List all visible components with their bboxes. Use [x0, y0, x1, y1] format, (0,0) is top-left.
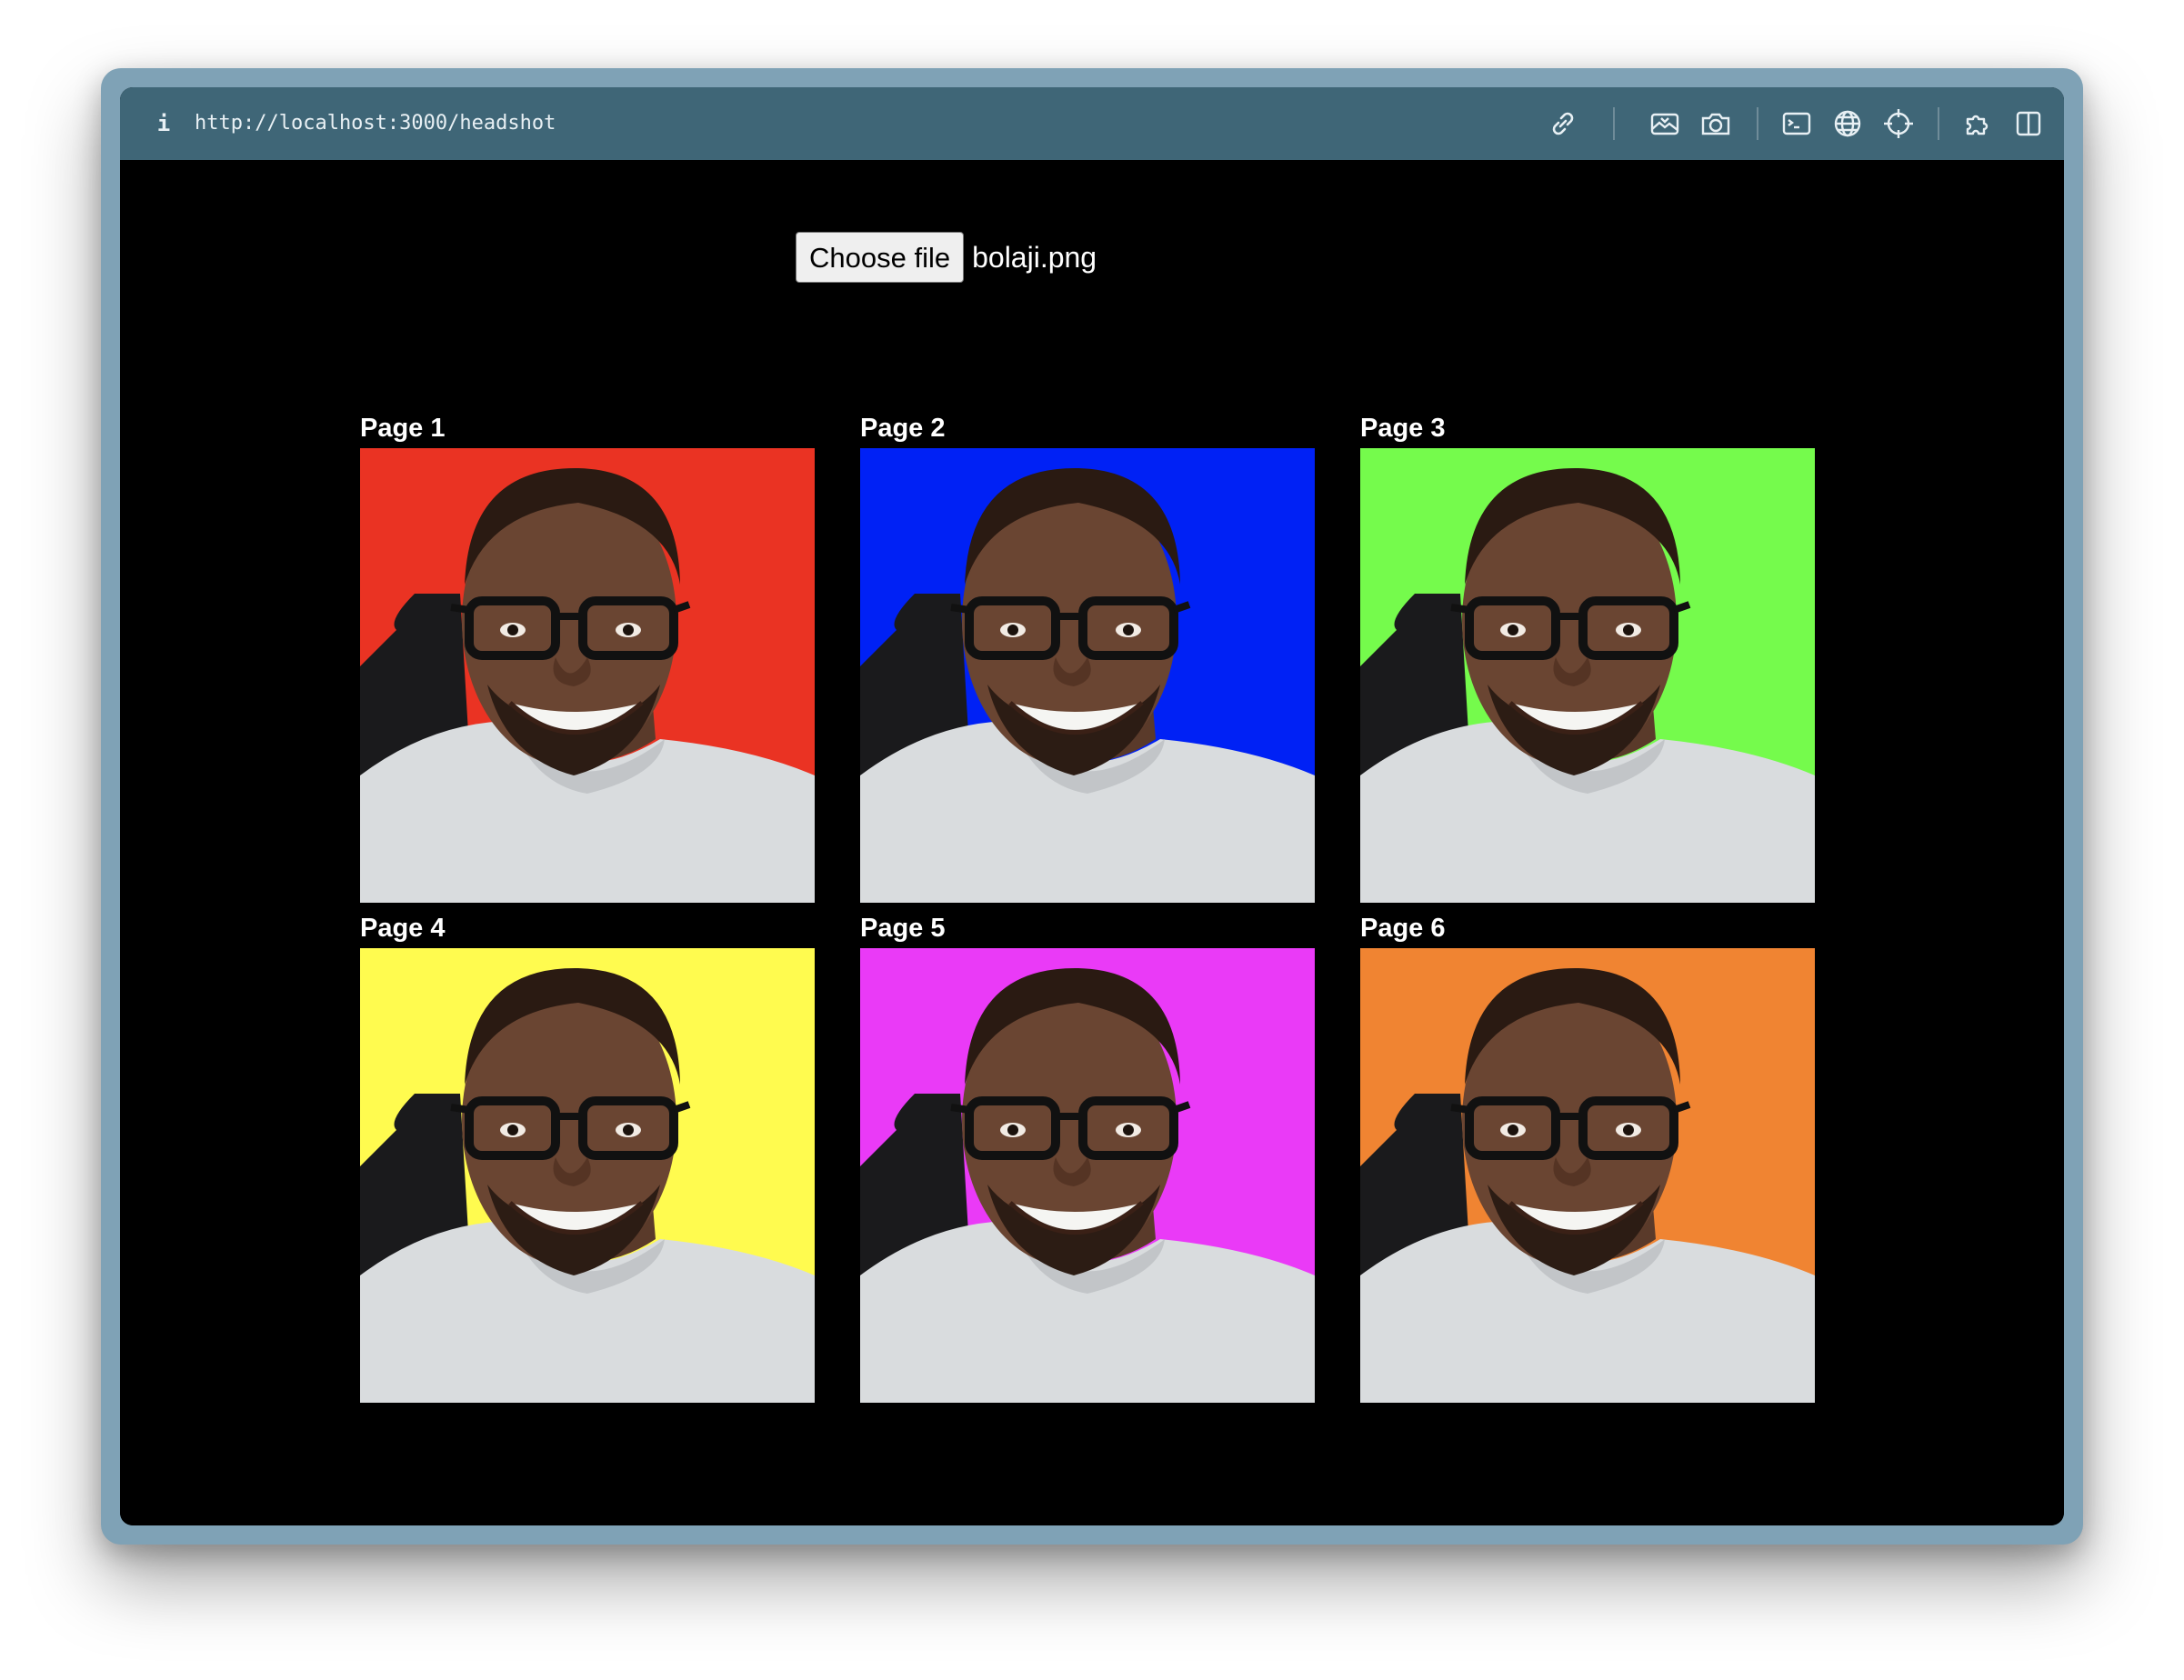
page-label: Page 2 — [860, 414, 946, 443]
headshot-image — [860, 448, 1315, 903]
extension-icon[interactable] — [1962, 106, 1997, 141]
globe-icon[interactable] — [1830, 106, 1865, 141]
browser-toolbar: i http://localhost:3000/headshot — [120, 87, 2064, 160]
headshot-image — [1360, 948, 1815, 1403]
page-label: Page 6 — [1360, 914, 1446, 943]
toolbar-separator — [1613, 107, 1615, 140]
browser-frame: i http://localhost:3000/headshot Choose … — [101, 68, 2083, 1545]
link-icon[interactable] — [1546, 106, 1580, 141]
split-view-icon[interactable] — [2011, 106, 2046, 141]
browser-window: i http://localhost:3000/headshot Choose … — [120, 87, 2064, 1525]
selected-file-name: bolaji.png — [972, 240, 1097, 274]
terminal-icon[interactable] — [1779, 106, 1814, 141]
camera-icon[interactable] — [1698, 106, 1733, 141]
toolbar-separator — [1938, 107, 1939, 140]
toolbar-separator — [1757, 107, 1758, 140]
headshot-image — [360, 448, 815, 903]
page-content: Choose file bolaji.png Page 1 Page 2 Pag… — [120, 160, 2064, 1525]
page-label: Page 4 — [360, 914, 446, 943]
crosshair-icon[interactable] — [1881, 106, 1916, 141]
screenshot-icon[interactable] — [1648, 106, 1682, 141]
file-upload: Choose file bolaji.png — [796, 231, 1097, 284]
page-label: Page 1 — [360, 414, 446, 443]
page-label: Page 5 — [860, 914, 946, 943]
info-icon[interactable]: i — [153, 107, 175, 140]
address-bar[interactable]: http://localhost:3000/headshot — [195, 107, 556, 140]
choose-file-button[interactable]: Choose file — [796, 232, 965, 283]
headshot-image — [1360, 448, 1815, 903]
headshot-image — [360, 948, 815, 1403]
page-label: Page 3 — [1360, 414, 1446, 443]
headshot-image — [860, 948, 1315, 1403]
